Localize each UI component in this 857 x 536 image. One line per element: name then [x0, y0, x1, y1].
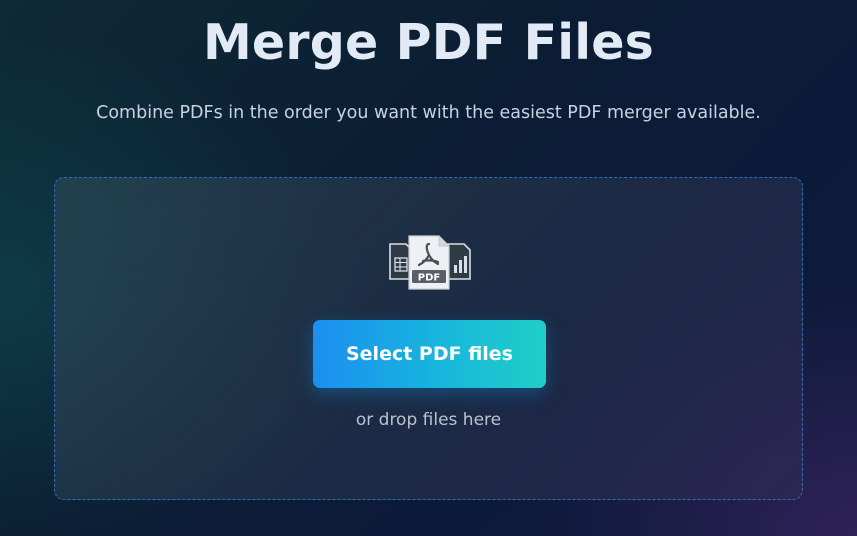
pdf-files-icon: PDF	[389, 235, 471, 290]
select-pdf-files-button[interactable]: Select PDF files	[313, 320, 546, 388]
page-title: Merge PDF Files	[202, 14, 655, 71]
pdf-document-icon: PDF	[408, 235, 450, 290]
drop-hint: or drop files here	[355, 410, 502, 430]
chart-file-icon	[447, 243, 471, 280]
page-subtitle: Combine PDFs in the order you want with …	[96, 103, 761, 123]
pdf-badge-label: PDF	[418, 273, 440, 284]
file-drop-zone[interactable]: PDF Select PDF files or drop files here	[54, 177, 803, 500]
